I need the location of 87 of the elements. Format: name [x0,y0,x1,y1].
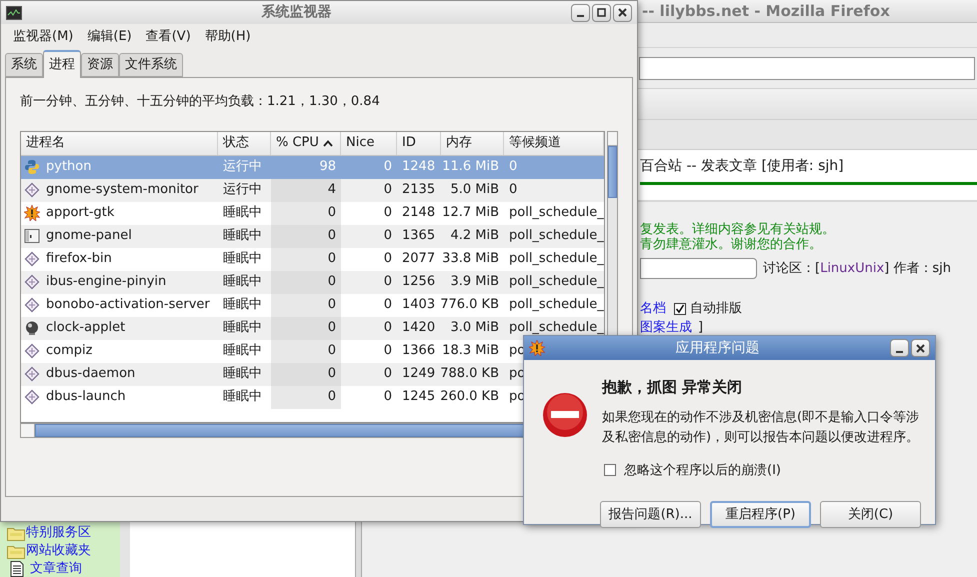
table-cell-text: 睡眠中 [222,342,263,360]
table-cell-text: 0 [382,388,393,406]
table-cell-text: 33.8 MiB [441,250,500,268]
table-cell-text: 0 [382,273,393,292]
table-cell-text: 0 [382,319,393,338]
table-cell: bonobo-activation-server [21,294,218,316]
bracket-text: ] [698,318,704,337]
table-cell-text: 0 [382,365,393,384]
table-cell-text: 1248 [401,158,436,176]
table-cell: firefox-bin [21,248,218,270]
table-cell-text: 0 [508,158,518,176]
table-cell-text: 0 [382,181,393,200]
table-cell-text: 4.2 MiB [449,227,500,246]
ignore-label: 忽略这个程序以后的崩溃(I) [624,462,781,480]
table-cell-text: 260.0 KB [441,388,500,406]
table-cell-text: 1249 [401,365,436,384]
table-cell-text: poll_schedule_ [508,296,604,314]
dialog-heading: 抱歉，抓图 异常关闭 [602,377,744,398]
table-cell: apport-gtk [21,202,218,224]
table-cell-text: poll_schedule_ [508,204,604,222]
table-cell: gnome-system-monitor [21,178,218,202]
table-cell: 0 [271,362,341,386]
dialog-title: 应用程序问题 [674,338,760,358]
table-cell-text: 睡眠中 [222,319,263,338]
table-cell: dbus-daemon [21,362,218,386]
table-cell: python [21,156,218,178]
table-cell-text: poll_schedule_ [508,319,604,338]
table-cell-text: 0 [382,204,393,222]
table-cell-text: 788.0 KB [441,365,500,384]
table-cell-text: 1256 [401,273,436,292]
table-cell-text: 1245 [401,388,436,406]
table-cell-text: 3.0 MiB [449,319,500,338]
table-cell-text: poll_schedule_ [508,227,604,246]
table-cell-text: 睡眠中 [222,204,263,222]
table-cell-text: 0 [382,227,393,246]
table-cell-text: 2135 [401,181,436,200]
table-cell: dbus-launch [21,386,218,408]
auto-format-label: 自动排版 [690,300,742,318]
load-average-text: 前一分钟、五分钟、十五分钟的平均负载：1.21，1.30，0.84 [20,93,381,111]
table-cell-text: 睡眠中 [222,227,263,246]
table-cell-text: 0 [508,181,518,200]
table-cell-text: 5.0 MiB [449,181,500,200]
table-cell-text: 0 [382,158,393,176]
table-cell-text: 运行中 [222,158,263,176]
table-cell-text: 睡眠中 [222,273,263,292]
table-cell-text: 11.6 MiB [441,158,500,176]
table-cell-text: 1403 [401,296,436,314]
table-cell-text: 0 [382,342,393,360]
table-cell-text: 2148 [401,204,436,222]
table-cell-text: 0 [382,250,393,268]
table-cell-text: poll_schedule_ [508,273,604,292]
table-cell-text: 睡眠中 [222,365,263,384]
table-cell: 0 [271,224,341,248]
table-cell: 0 [271,340,341,362]
table-cell-text: 3.9 MiB [449,273,500,292]
table-cell-text: 运行中 [222,181,263,200]
table-cell: ibus-engine-pinyin [21,270,218,294]
table-cell: gnome-panel [21,224,218,248]
table-cell-text: 0 [382,296,393,314]
table-cell: 0 [271,202,341,224]
table-cell-text: 1366 [401,342,436,360]
table-cell: 0 [271,316,341,340]
table-cell-text: 98 [318,158,337,176]
dialog-message: 如果您现在的动作不涉及机密信息(即不是输入口令等涉及私密信息的动作)，则可以报告本问题以便改进程序。 [602,408,920,446]
table-cell-text: 1420 [401,319,436,338]
notice-text: 青勿肆意灌水。谢谢您的合作。 [640,237,823,252]
table-cell: 0 [271,270,341,294]
page-header: 百合站 -- 发表文章 [使用者: sjh] [640,156,977,185]
table-cell: clock-applet [21,316,218,340]
table-cell: 0 [271,294,341,316]
table-cell-text: 12.7 MiB [441,204,500,222]
table-cell: 4 [271,178,341,202]
window-title: -- lilybbs.net - Mozilla Firefox [642,0,890,22]
table-cell-text: poll_schedule_ [508,250,604,268]
window-title: 系统监视器 [260,3,332,22]
table-cell-text: 776.0 KB [441,296,500,314]
notice-text: 复发表。详细内容参见有关站规。 [640,222,836,237]
table-cell: 0 [271,248,341,270]
table-cell: compiz [21,340,218,362]
table-cell-text: 睡眠中 [222,250,263,268]
board-info-text: 讨论区：[LinuxUnix] 作者：sjh [763,260,951,278]
table-cell-text: 1365 [401,227,436,246]
table-cell-text: 睡眠中 [222,388,263,406]
table-cell-text: 18.3 MiB [441,342,500,360]
table-cell-text: 睡眠中 [222,296,263,314]
table-cell-text: 2077 [401,250,436,268]
table-cell: 0 [271,386,341,408]
